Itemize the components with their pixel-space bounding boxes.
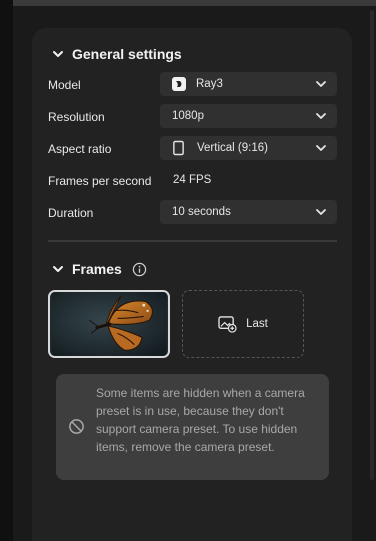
duration-value: 10 seconds xyxy=(172,206,231,218)
aspect-ratio-value: Vertical (9:16) xyxy=(197,142,268,154)
vertical-rectangle-icon xyxy=(173,140,184,156)
frames-title: Frames xyxy=(72,261,122,277)
info-icon[interactable] xyxy=(132,262,147,277)
duration-dropdown[interactable]: 10 seconds xyxy=(160,200,337,224)
resolution-dropdown[interactable]: 1080p xyxy=(160,104,337,128)
duration-label: Duration xyxy=(48,206,94,220)
chevron-down-icon xyxy=(316,113,326,119)
fps-value: 24 FPS xyxy=(173,174,212,186)
fps-label: Frames per second xyxy=(48,174,152,188)
model-label: Model xyxy=(48,78,81,92)
left-edge-strip xyxy=(0,0,13,541)
top-edge-bar xyxy=(13,0,376,6)
blocked-icon xyxy=(69,419,84,434)
frames-header[interactable]: Frames xyxy=(52,261,147,277)
chevron-down-icon xyxy=(53,266,63,272)
chevron-down-icon xyxy=(316,209,326,215)
aspect-ratio-dropdown[interactable]: Vertical (9:16) xyxy=(160,136,337,160)
last-frame-slot[interactable]: Last xyxy=(182,290,304,358)
general-settings-header[interactable]: General settings xyxy=(52,46,182,62)
general-settings-title: General settings xyxy=(72,46,182,62)
add-image-icon xyxy=(218,315,237,333)
section-divider xyxy=(48,240,337,242)
scrollbar[interactable] xyxy=(370,10,374,480)
first-frame-thumbnail[interactable] xyxy=(48,290,170,358)
chevron-down-icon xyxy=(316,145,326,151)
resolution-label: Resolution xyxy=(48,110,105,124)
camera-preset-notice: Some items are hidden when a camera pres… xyxy=(56,374,329,480)
model-dropdown[interactable]: Ray3 xyxy=(160,72,337,96)
resolution-value: 1080p xyxy=(172,110,204,122)
notice-text: Some items are hidden when a camera pres… xyxy=(96,386,305,454)
model-value: Ray3 xyxy=(196,78,223,90)
chevron-down-icon xyxy=(53,51,63,57)
butterfly-image xyxy=(51,292,167,356)
last-frame-label: Last xyxy=(246,318,268,330)
aspect-ratio-label: Aspect ratio xyxy=(48,142,112,156)
ray-logo-icon xyxy=(172,77,186,91)
chevron-down-icon xyxy=(316,81,326,87)
